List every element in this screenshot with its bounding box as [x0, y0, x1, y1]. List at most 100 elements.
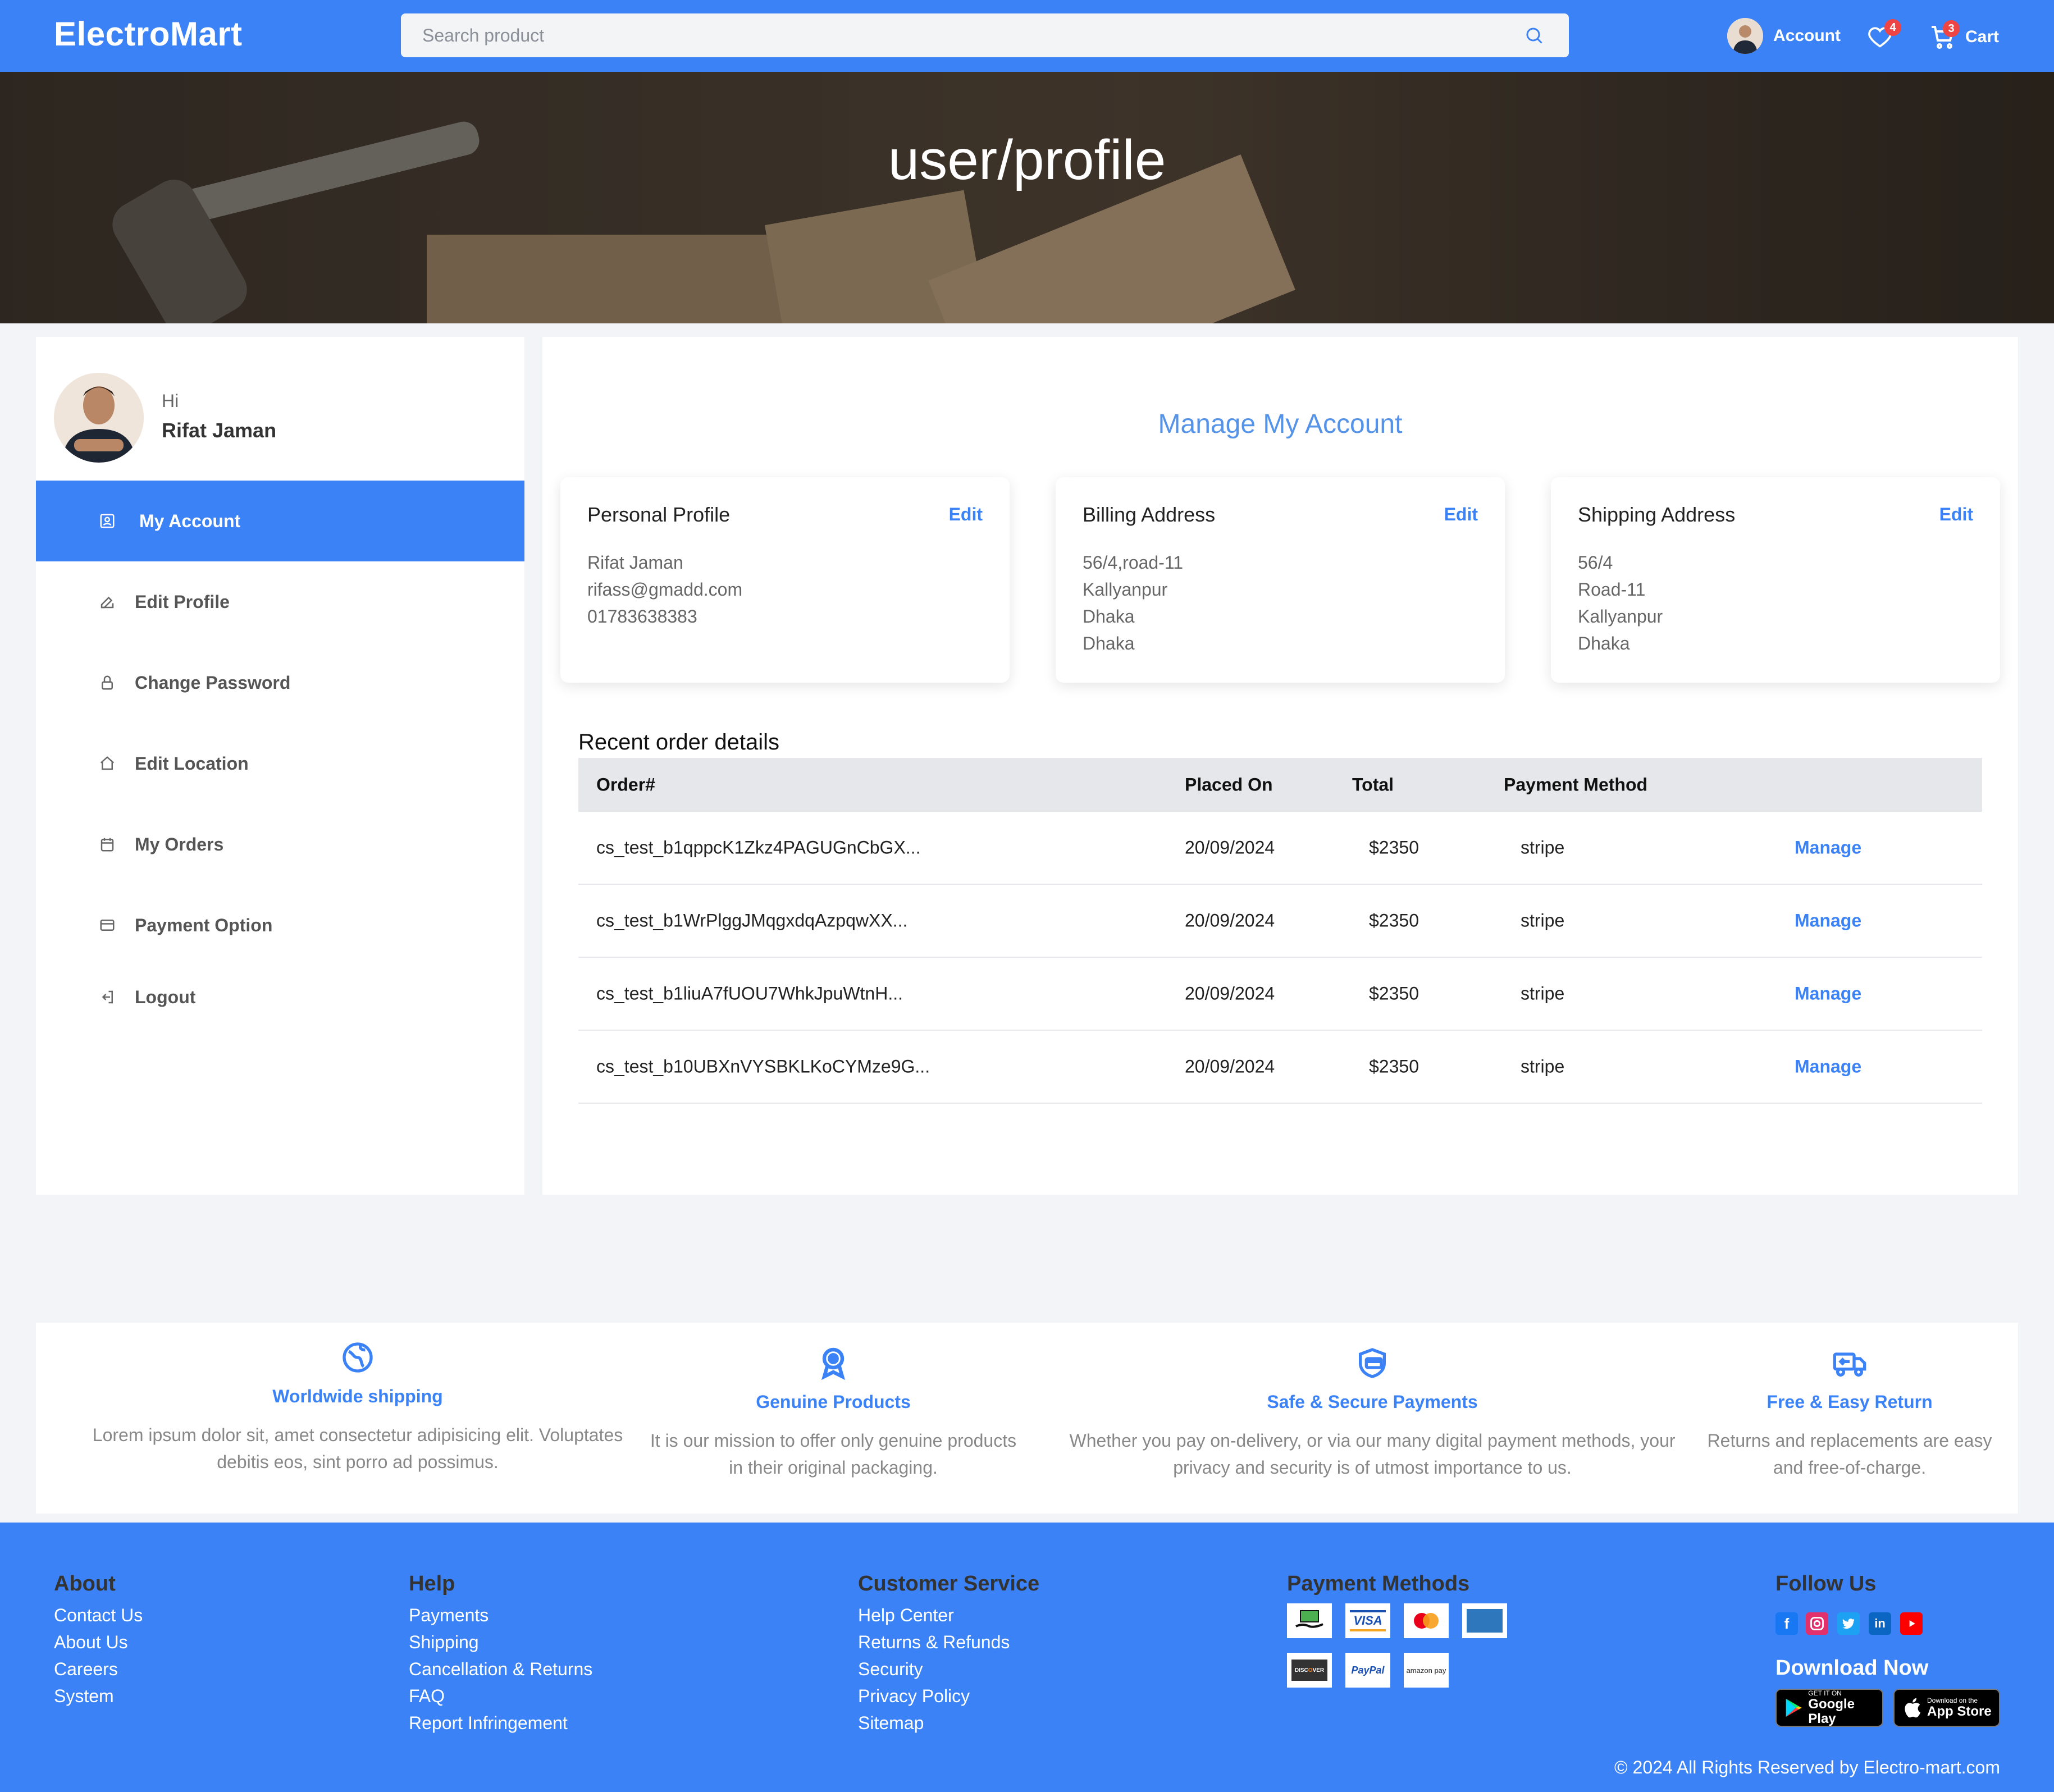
cart-button[interactable]: 3 Cart — [1929, 20, 1999, 54]
footer-link-shipping[interactable]: Shipping — [409, 1629, 592, 1656]
facebook-icon[interactable]: f — [1775, 1612, 1798, 1635]
sidebar-item-edit-profile[interactable]: Edit Profile — [36, 561, 524, 642]
footer-link-careers[interactable]: Careers — [54, 1656, 143, 1683]
instagram-icon[interactable] — [1806, 1612, 1828, 1635]
google-play-badge[interactable]: GET IT ON Google Play — [1775, 1689, 1883, 1727]
cart-label: Cart — [1965, 28, 2000, 46]
site-logo[interactable]: ElectroMart — [54, 15, 243, 53]
copyright-text: © 2024 All Rights Reserved by Electro-ma… — [1614, 1757, 2000, 1777]
feature-secure-payments: Safe & Secure Payments Whether you pay o… — [1047, 1345, 1698, 1481]
order-id: cs_test_b10UBXnVYSBKLKoCYMze9G... — [596, 1056, 930, 1077]
column-header: Payment Method — [1504, 774, 1648, 795]
hero-background-image — [0, 72, 2054, 323]
sidebar-item-my-orders[interactable]: My Orders — [36, 804, 524, 885]
order-total: $2350 — [1369, 983, 1419, 1004]
home-icon — [100, 756, 115, 770]
card-title: Personal Profile — [587, 503, 731, 526]
edit-shipping-address-link[interactable]: Edit — [1939, 504, 1973, 525]
wishlist-button[interactable]: 4 — [1868, 19, 1901, 53]
feature-description: Whether you pay on-delivery, or via our … — [1069, 1430, 1676, 1478]
account-label: Account — [1773, 26, 1841, 45]
order-date: 20/09/2024 — [1185, 910, 1275, 931]
footer-customer-service: Customer Service Help Center Returns & R… — [858, 1572, 1039, 1736]
logout-icon — [102, 990, 113, 1004]
feature-description: Lorem ipsum dolor sit, amet consectetur … — [92, 1425, 623, 1472]
app-store-small-text: Download on the — [1927, 1697, 1978, 1704]
page-title: user/profile — [888, 129, 1166, 191]
edit-billing-address-link[interactable]: Edit — [1444, 504, 1478, 525]
payment-method: stripe — [1521, 1056, 1565, 1077]
billing-address-card: Billing Address Edit 56/4,road-11 Kallya… — [1056, 477, 1505, 683]
amex-logo — [1462, 1603, 1507, 1638]
shield-card-icon — [1359, 1348, 1386, 1378]
manage-order-link[interactable]: Manage — [1795, 838, 1861, 858]
footer-link-faq[interactable]: FAQ — [409, 1683, 592, 1709]
table-row: cs_test_b1liuA7fUOU7WhkJpuWtnH... 20/09/… — [578, 958, 1982, 1031]
feature-worldwide-shipping: Worldwide shipping Lorem ipsum dolor sit… — [53, 1340, 663, 1475]
app-store-badge[interactable]: Download on the App Store — [1893, 1689, 2000, 1727]
footer-link-privacy-policy[interactable]: Privacy Policy — [858, 1683, 1039, 1709]
footer-heading: Follow Us — [1775, 1572, 1877, 1596]
order-date: 20/09/2024 — [1185, 837, 1275, 858]
orders-title: Recent order details — [578, 730, 779, 755]
manage-order-link[interactable]: Manage — [1795, 984, 1861, 1004]
edit-icon — [101, 596, 114, 609]
manage-order-link[interactable]: Manage — [1795, 911, 1861, 931]
manage-order-link[interactable]: Manage — [1795, 1057, 1861, 1077]
twitter-icon[interactable] — [1837, 1612, 1860, 1635]
cash-on-delivery-logo — [1287, 1603, 1332, 1638]
sidebar-item-label: My Orders — [135, 834, 224, 854]
section-title: Manage My Account — [1158, 409, 1403, 439]
footer-heading: About — [54, 1572, 116, 1596]
address-line: Road-11 — [1578, 579, 1646, 600]
profile-email: rifass@gmadd.com — [587, 579, 743, 600]
youtube-icon[interactable] — [1900, 1612, 1923, 1635]
edit-personal-profile-link[interactable]: Edit — [949, 504, 983, 525]
order-id: cs_test_b1WrPlggJMqgxdqAzpqwXX... — [596, 910, 908, 931]
column-header: Total — [1352, 774, 1394, 795]
lock-icon — [102, 675, 113, 690]
footer-link-security[interactable]: Security — [858, 1656, 1039, 1683]
table-header: Order# Placed On Total Payment Method — [578, 758, 1982, 812]
sidebar-item-my-account[interactable]: My Account — [36, 481, 524, 561]
search-input[interactable] — [422, 13, 1489, 57]
sidebar-item-edit-location[interactable]: Edit Location — [36, 723, 524, 804]
google-play-small-text: GET IT ON — [1808, 1689, 1842, 1697]
feature-title: Free & Easy Return — [1767, 1392, 1933, 1412]
footer-link-help-center[interactable]: Help Center — [858, 1602, 1039, 1629]
sidebar-item-logout[interactable]: Logout — [36, 957, 524, 1037]
payment-method: stripe — [1521, 837, 1565, 858]
order-date: 20/09/2024 — [1185, 1056, 1275, 1077]
footer-link-cancellation-returns[interactable]: Cancellation & Returns — [409, 1656, 592, 1683]
profile-phone: 01783638383 — [587, 606, 697, 627]
profile-name: Rifat Jaman — [587, 552, 683, 573]
footer-link-contact-us[interactable]: Contact Us — [54, 1602, 143, 1629]
table-row: cs_test_b1WrPlggJMqgxdqAzpqwXX... 20/09/… — [578, 885, 1982, 958]
footer-link-returns-refunds[interactable]: Returns & Refunds — [858, 1629, 1039, 1656]
linkedin-icon[interactable]: in — [1869, 1612, 1891, 1635]
footer-link-sitemap[interactable]: Sitemap — [858, 1709, 1039, 1736]
sidebar-item-label: Change Password — [135, 672, 291, 693]
footer-link-payments[interactable]: Payments — [409, 1602, 592, 1629]
search-icon[interactable] — [1524, 25, 1544, 45]
feature-description: Returns and replacements are easy and fre… — [1707, 1430, 1992, 1478]
user-square-icon — [100, 514, 115, 528]
account-menu[interactable]: Account — [1727, 17, 1841, 55]
sidebar-item-change-password[interactable]: Change Password — [36, 642, 524, 723]
footer-link-about-us[interactable]: About Us — [54, 1629, 143, 1656]
feature-easy-return: Free & Easy Return Returns and replaceme… — [1698, 1345, 2001, 1481]
sidebar-item-label: My Account — [139, 510, 241, 531]
address-line: Kallyanpur — [1578, 606, 1663, 627]
google-play-icon — [1786, 1698, 1802, 1717]
order-total: $2350 — [1369, 1056, 1419, 1077]
footer-link-report-infringement[interactable]: Report Infringement — [409, 1709, 592, 1736]
table-row: cs_test_b10UBXnVYSBKLKoCYMze9G... 20/09/… — [578, 1031, 1982, 1104]
sidebar-item-label: Edit Profile — [135, 591, 230, 612]
amazon-pay-logo: amazon pay — [1404, 1653, 1449, 1688]
footer-link-system[interactable]: System — [54, 1683, 143, 1709]
return-truck-icon — [1833, 1352, 1866, 1377]
apple-icon — [1905, 1698, 1921, 1718]
address-line: 56/4,road-11 — [1083, 552, 1184, 573]
sidebar-item-payment-option[interactable]: Payment Option — [36, 885, 524, 966]
footer-about: About Contact Us About Us Careers System — [54, 1572, 143, 1709]
